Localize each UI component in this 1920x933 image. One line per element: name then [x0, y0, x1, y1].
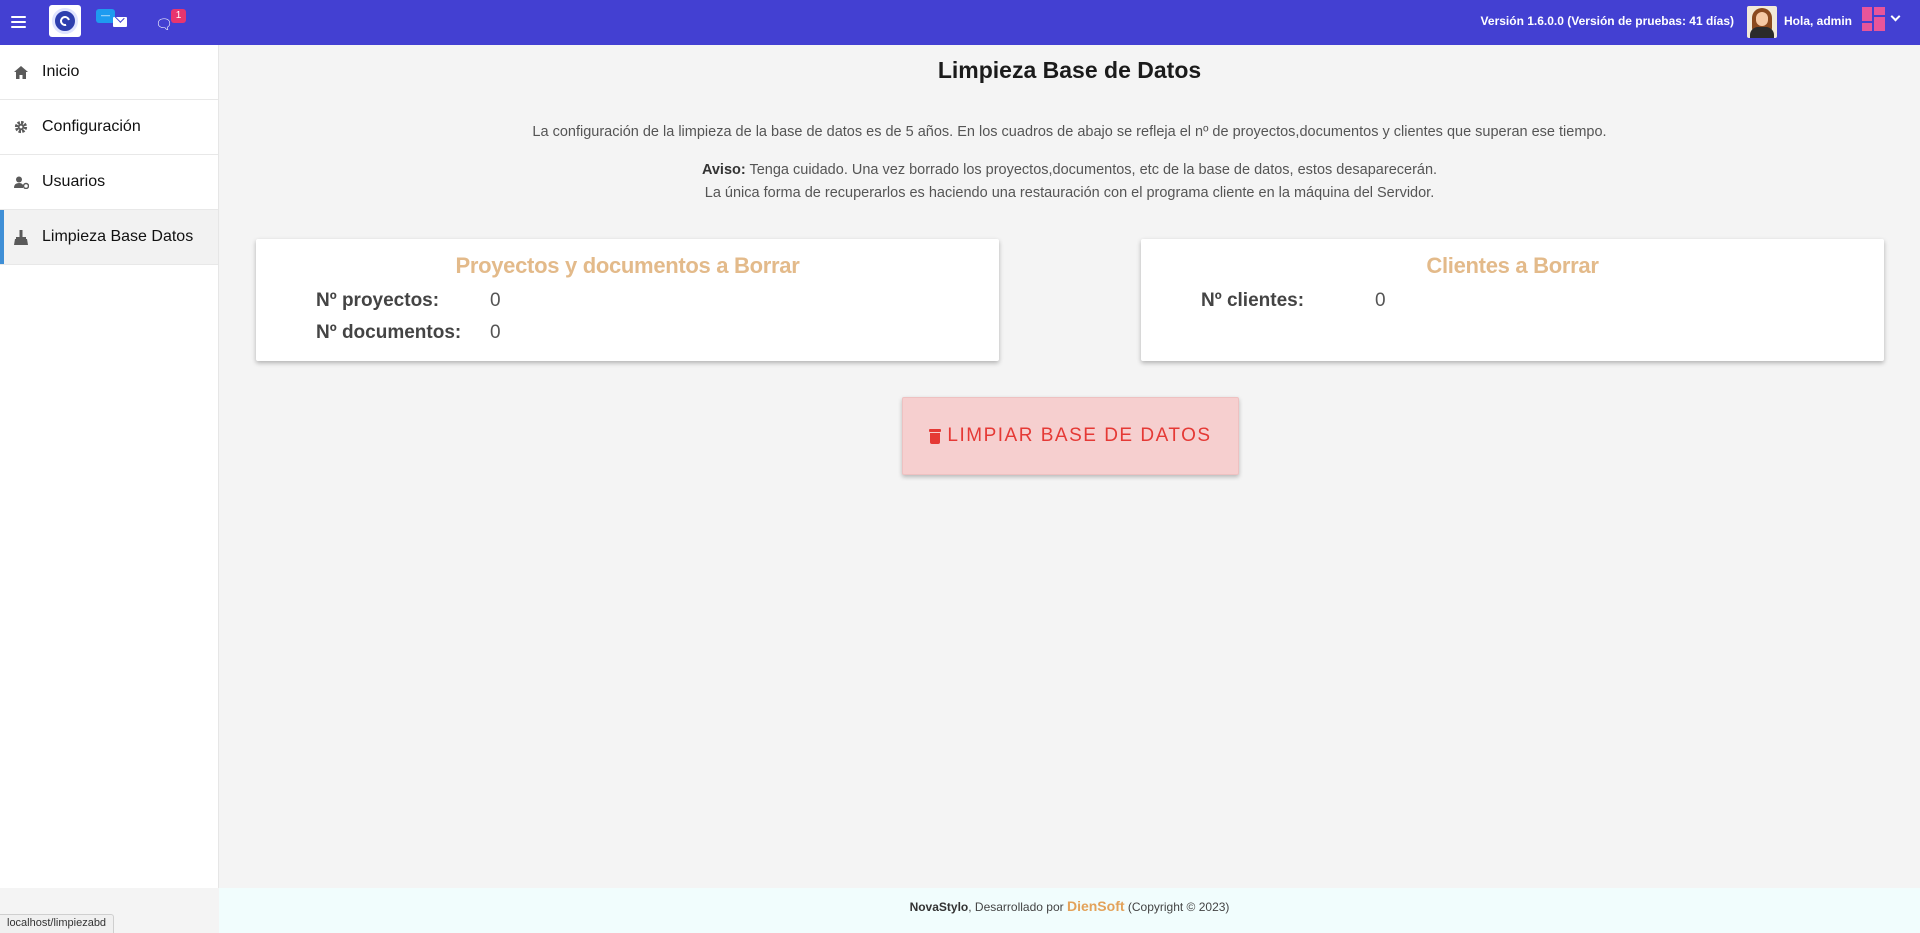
warning-line1: Tenga cuidado. Una vez borrado los proye…	[745, 162, 1438, 178]
clients-card: Clientes a Borrar Nº clientes: 0	[1141, 239, 1884, 361]
messages-button[interactable]: —	[96, 9, 130, 31]
footer-copyright: (Copyright © 2023)	[1124, 900, 1230, 914]
home-icon	[13, 64, 29, 80]
projects-card-title: Proyectos y documentos a Borrar	[455, 253, 800, 278]
top-bar: — 🗨︎ 1 Versión 1.6.0.0 (Versión de prueb…	[0, 0, 1920, 45]
warning-line2: La única forma de recuperarlos es hacien…	[704, 185, 1435, 201]
avatar[interactable]	[1747, 6, 1777, 38]
documents-value: 0	[490, 322, 501, 343]
menu-icon[interactable]	[11, 16, 26, 28]
sidebar-item-label: Configuración	[42, 118, 141, 135]
sidebar-item-label: Usuarios	[42, 173, 106, 190]
chat-button[interactable]: 🗨︎ 1	[155, 9, 191, 33]
user-greeting[interactable]: Hola, admin	[1784, 14, 1852, 28]
chat-badge: 1	[171, 9, 186, 23]
broom-icon	[13, 229, 29, 245]
chevron-down-icon	[1890, 11, 1901, 22]
intro-text: La configuración de la limpieza de la ba…	[532, 124, 1607, 140]
documents-row: Nº documentos: 0	[316, 322, 501, 344]
version-info: Versión 1.6.0.0 (Versión de pruebas: 41 …	[1480, 14, 1734, 28]
sidebar-item-usuarios[interactable]: Usuarios	[0, 155, 218, 210]
clients-card-title: Clientes a Borrar	[1426, 253, 1599, 278]
trash-icon	[929, 428, 942, 444]
projects-value: 0	[490, 290, 501, 311]
footer-developed-by: , Desarrollado por	[968, 900, 1067, 914]
clean-database-button[interactable]: LIMPIAR BASE DE DATOS	[902, 397, 1239, 475]
app-logo[interactable]	[49, 5, 81, 37]
sidebar: Inicio Configuración Usuarios Limpieza B…	[0, 45, 219, 888]
sidebar-item-inicio[interactable]: Inicio	[0, 45, 218, 100]
clean-database-label: LIMPIAR BASE DE DATOS	[947, 425, 1212, 446]
sidebar-item-configuracion[interactable]: Configuración	[0, 100, 218, 155]
clients-row: Nº clientes: 0	[1201, 290, 1386, 312]
projects-label: Nº proyectos:	[316, 290, 440, 311]
clients-value: 0	[1375, 290, 1386, 311]
clients-label: Nº clientes:	[1201, 290, 1305, 311]
footer: NovaStylo, Desarrollado por DienSoft (Co…	[219, 888, 1920, 933]
apps-menu-button[interactable]	[1862, 7, 1906, 35]
sidebar-item-label: Inicio	[42, 63, 80, 80]
gear-icon	[13, 119, 29, 135]
projects-row: Nº proyectos: 0	[316, 290, 501, 312]
footer-company-link[interactable]: DienSoft	[1067, 898, 1125, 914]
documents-label: Nº documentos:	[316, 322, 462, 343]
envelope-icon	[113, 17, 127, 27]
sidebar-item-label: Limpieza Base Datos	[42, 228, 194, 245]
users-cog-icon	[13, 174, 29, 190]
footer-app-name: NovaStylo	[909, 900, 969, 914]
status-bar-url: localhost/limpiezabd	[0, 914, 115, 933]
projects-card: Proyectos y documentos a Borrar Nº proye…	[256, 239, 999, 361]
sidebar-item-limpieza[interactable]: Limpieza Base Datos	[0, 210, 218, 265]
warning-text: Aviso: Tenga cuidado. Una vez borrado lo…	[219, 159, 1920, 205]
grid-icon	[1862, 7, 1872, 21]
page-title: Limpieza Base de Datos	[937, 57, 1202, 83]
warning-label: Aviso:	[701, 162, 746, 178]
